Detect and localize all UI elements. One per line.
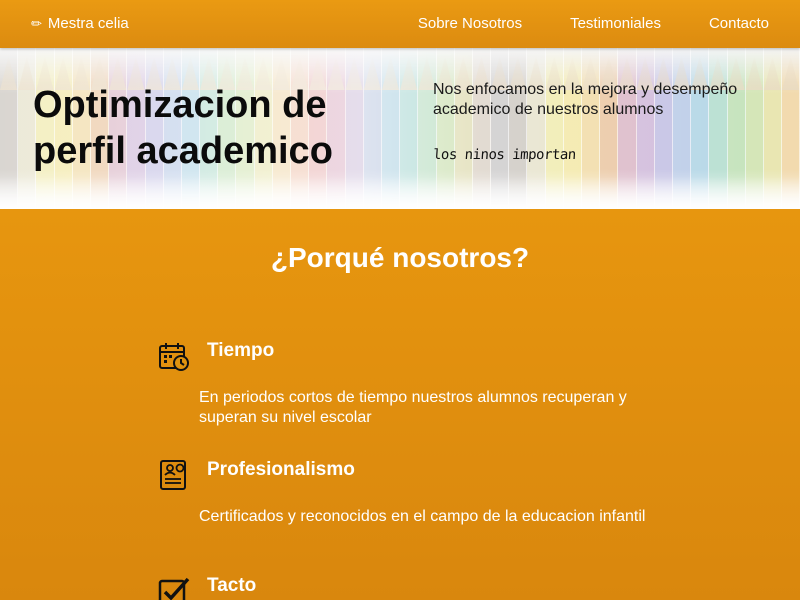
- brand-link[interactable]: ✏ Mestra celia: [31, 15, 129, 32]
- why-us-section: ¿Porqué nosotros? Tiempo En periodos cor…: [0, 209, 800, 600]
- section-title: ¿Porqué nosotros?: [270, 242, 530, 273]
- feature-title: Tiempo: [207, 340, 275, 361]
- nav-links: Sobre Nosotros Testimoniales Contacto: [418, 15, 769, 32]
- hero-title: Optimizacion de perfil academico: [33, 84, 333, 172]
- calendar-clock-icon: [159, 343, 189, 371]
- certificate-icon: [160, 460, 186, 490]
- brand-name: Mestra celia: [47, 15, 129, 32]
- hero-bottom-fade: [0, 169, 800, 209]
- hero-subtitle: Nos enfocamos en la mejora y desempeño a…: [433, 81, 738, 118]
- feature-text: En periodos cortos de tiempo nuestros al…: [199, 389, 627, 426]
- nav-link-contacto[interactable]: Contacto: [709, 15, 769, 32]
- checkbox-icon: [158, 577, 190, 600]
- feature-text: Certificados y reconocidos en el campo d…: [199, 508, 646, 525]
- hero-tagline: los ninos importan: [432, 147, 577, 163]
- pencil-icon: ✏: [31, 16, 42, 31]
- feature-title: Tacto: [207, 575, 257, 596]
- feature-title: Profesionalismo: [207, 459, 355, 480]
- hero-banner: Optimizacion de perfil academico Nos enf…: [0, 48, 800, 209]
- top-navbar: ✏ Mestra celia Sobre Nosotros Testimonia…: [0, 0, 800, 48]
- nav-link-sobre-nosotros[interactable]: Sobre Nosotros: [418, 15, 522, 32]
- nav-link-testimoniales[interactable]: Testimoniales: [570, 15, 661, 32]
